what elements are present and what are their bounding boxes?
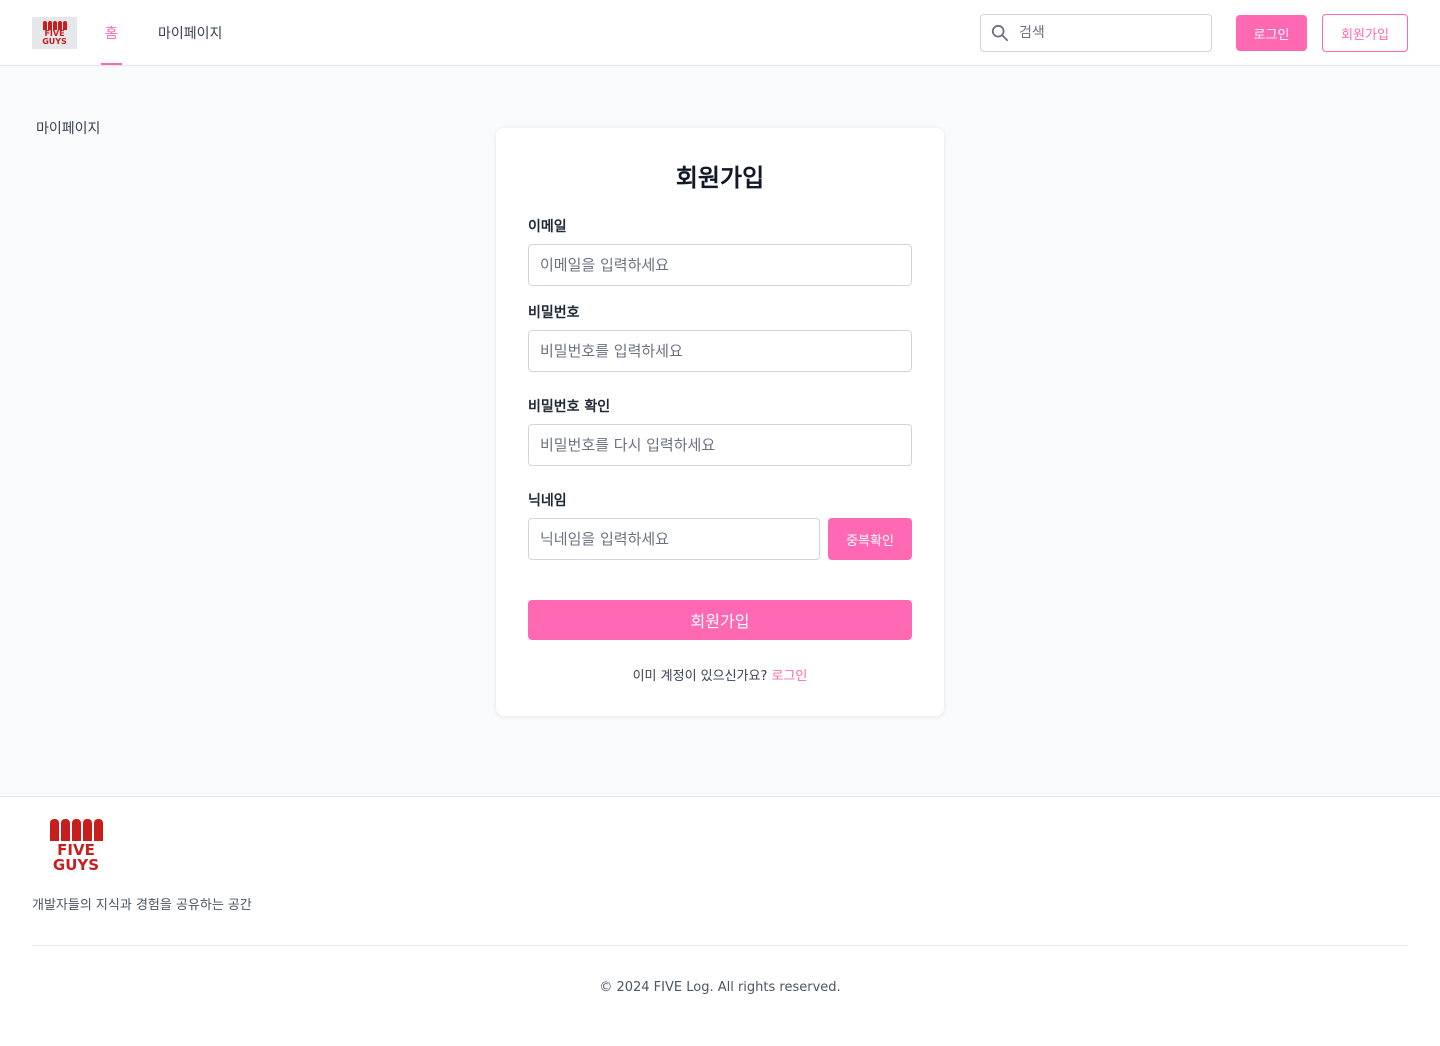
login-link[interactable]: 로그인 [772, 669, 808, 684]
footer-divider [32, 945, 1408, 946]
password-confirm-label: 비밀번호 확인 [528, 399, 611, 415]
footer-tagline: 개발자들의 지식과 경험을 공유하는 공간 [32, 898, 252, 913]
email-label: 이메일 [528, 219, 567, 235]
password-field[interactable] [528, 330, 912, 372]
password-confirm-field[interactable] [528, 424, 912, 466]
nav-home[interactable]: 홈 [101, 0, 122, 66]
search-box[interactable] [980, 14, 1212, 52]
login-prompt: 이미 계정이 있으신가요? 로그인 [496, 665, 944, 684]
signup-card: 회원가입 이메일 비밀번호 비밀번호 확인 닉네임 중복확인 회원가입 이미 계… [496, 128, 944, 716]
login-button[interactable]: 로그인 [1236, 15, 1307, 51]
footer-copyright: © 2024 FIVE Log. All rights reserved. [599, 980, 841, 995]
email-field[interactable] [528, 244, 912, 286]
footer-logo-figures-icon [49, 819, 103, 841]
footer-logo-wordmark: FIVE GUYS [52, 841, 100, 874]
duplicate-check-button[interactable]: 중복확인 [828, 518, 912, 560]
five-guys-logo[interactable]: FIVE GUYS [32, 17, 77, 49]
password-label: 비밀번호 [528, 305, 580, 321]
footer-five-guys-logo: FIVE GUYS [48, 819, 104, 877]
login-prompt-text: 이미 계정이 있으신가요? [632, 669, 768, 684]
search-icon [991, 24, 1009, 42]
submit-signup-button[interactable]: 회원가입 [528, 600, 912, 640]
search-input[interactable] [1019, 15, 1205, 51]
nav-mypage[interactable]: 마이페이지 [158, 0, 222, 66]
footer: FIVE GUYS 개발자들의 지식과 경험을 공유하는 공간 © 2024 FI… [0, 796, 1440, 1046]
page-title: 회원가입 [675, 164, 765, 192]
top-header: FIVEGUYS 홈 마이페이지 로그인 회원가입 [0, 0, 1440, 66]
sidebar-item-mypage[interactable]: 마이페이지 [36, 118, 100, 138]
logo-wordmark: FIVE GUYS [42, 28, 67, 46]
nav-active-indicator [101, 63, 122, 65]
nickname-label: 닉네임 [528, 493, 567, 509]
signup-button[interactable]: 회원가입 [1322, 14, 1408, 52]
nickname-field[interactable] [528, 518, 820, 560]
